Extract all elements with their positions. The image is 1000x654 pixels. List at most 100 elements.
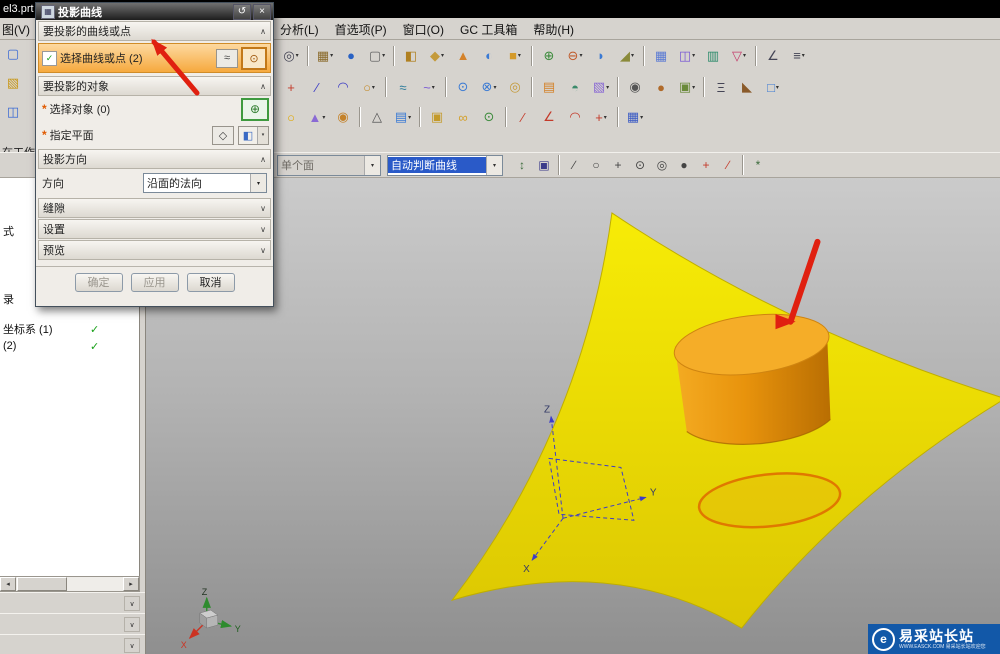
unite-icon[interactable]: ⊕ bbox=[537, 44, 561, 68]
dialog-titlebar[interactable]: ▦ 投影曲线 ↺ × bbox=[36, 3, 273, 20]
sketch-arc-icon[interactable]: ◠ bbox=[563, 105, 587, 129]
boss-icon[interactable]: ● bbox=[649, 75, 673, 99]
point-constructor-icon[interactable]: + bbox=[696, 155, 716, 175]
navigator-item-csys[interactable]: 坐标系 (1) ✓ bbox=[0, 321, 139, 337]
chevron-down-icon[interactable]: ▾ bbox=[257, 126, 268, 144]
swept-icon[interactable]: ◓ bbox=[563, 75, 587, 99]
select-curve-row[interactable]: ✓ 选择曲线或点 (2) ≈ ⊙ bbox=[38, 43, 271, 73]
menu-item-view[interactable]: 图(V) bbox=[2, 21, 30, 38]
shaded-view-icon[interactable]: ● bbox=[339, 44, 363, 68]
plane-method-button[interactable]: ◧ ▾ bbox=[238, 125, 269, 145]
cone-icon[interactable]: ▲ ▾ bbox=[305, 105, 329, 129]
menu-item[interactable]: 首选项(P) bbox=[335, 21, 387, 38]
close-icon[interactable]: × bbox=[253, 3, 271, 20]
chevron-down-icon[interactable]: ▾ bbox=[743, 52, 746, 59]
sketch-line-icon[interactable]: ∕ bbox=[511, 105, 535, 129]
block-icon[interactable]: ■ ▾ bbox=[503, 44, 527, 68]
select-object-row[interactable]: * 选择对象 (0) ⊕ bbox=[36, 96, 273, 122]
group-objects-to-project-to[interactable]: 要投影的对象 ∧ bbox=[38, 76, 271, 96]
chevron-down-icon[interactable]: ∨ bbox=[260, 204, 266, 213]
chevron-up-icon[interactable]: ∧ bbox=[260, 155, 266, 164]
chevron-down-icon[interactable]: ∨ bbox=[260, 246, 266, 255]
point-on-curve-icon[interactable]: ▣ bbox=[534, 155, 554, 175]
studio-spline-icon[interactable]: ≈ bbox=[391, 75, 415, 99]
chevron-down-icon[interactable]: ▾ bbox=[364, 155, 380, 175]
curve-select-mode-icon[interactable]: ≈ bbox=[216, 48, 238, 68]
mid-point-icon[interactable]: ○ bbox=[586, 155, 606, 175]
check-icon[interactable]: ✓ bbox=[90, 323, 99, 336]
sphere-icon[interactable]: ○ bbox=[279, 105, 303, 129]
navigator-item[interactable]: (2) ✓ bbox=[0, 338, 139, 354]
plane-dialog-button[interactable]: ◇ bbox=[212, 125, 234, 145]
extrude-icon[interactable]: ▲ bbox=[451, 44, 475, 68]
chevron-down-icon[interactable]: ▾ bbox=[604, 114, 607, 121]
project-curve-icon[interactable]: ⊙ bbox=[451, 75, 475, 99]
chevron-down-icon[interactable]: ▾ bbox=[296, 52, 299, 59]
snap-point-toggle-icon[interactable]: ↕ bbox=[512, 155, 532, 175]
helix-icon[interactable]: ~ ▾ bbox=[417, 75, 441, 99]
apply-button[interactable]: 应用 bbox=[130, 272, 179, 292]
shell-icon[interactable]: ▥ bbox=[701, 44, 725, 68]
chevron-down-icon[interactable]: ▾ bbox=[408, 114, 411, 121]
chevron-down-icon[interactable]: ▾ bbox=[518, 52, 521, 59]
open-part-icon[interactable]: ▧ bbox=[1, 71, 25, 95]
scroll-right-icon[interactable]: ▸ bbox=[123, 577, 139, 591]
sketch-point-icon[interactable]: + ▾ bbox=[589, 105, 613, 129]
cancel-button[interactable]: 取消 bbox=[186, 272, 235, 292]
end-point-icon[interactable]: ∕ bbox=[564, 155, 584, 175]
chevron-down-icon[interactable]: ▾ bbox=[579, 52, 582, 59]
group-settings[interactable]: 设置 ∨ bbox=[38, 219, 271, 239]
menu-item[interactable]: 帮助(H) bbox=[533, 21, 574, 38]
chevron-down-icon[interactable]: ▾ bbox=[372, 84, 375, 91]
chevron-down-icon[interactable]: ▾ bbox=[631, 52, 634, 59]
face-icon[interactable]: ▤ ▾ bbox=[391, 105, 415, 129]
cylinder-icon[interactable]: ◉ bbox=[331, 105, 355, 129]
existing-point-icon[interactable]: ● bbox=[674, 155, 694, 175]
settings-icon[interactable]: * bbox=[748, 155, 768, 175]
chevron-up-icon[interactable]: ∧ bbox=[260, 82, 266, 91]
chevron-down-icon[interactable]: ▾ bbox=[382, 52, 385, 59]
arc-icon[interactable]: ◠ bbox=[331, 75, 355, 99]
intersection-point-icon[interactable]: + bbox=[608, 155, 628, 175]
chevron-down-icon[interactable]: ▾ bbox=[432, 84, 435, 91]
chevron-up-icon[interactable]: ∧ bbox=[260, 27, 266, 36]
specify-plane-row[interactable]: * 指定平面 ◇ ◧ ▾ bbox=[36, 122, 273, 148]
horizontal-scrollbar[interactable]: ◂ ▸ bbox=[0, 576, 140, 592]
mirror-feature-icon[interactable]: ◫ ▾ bbox=[675, 44, 699, 68]
plane-icon[interactable]: ◧ bbox=[239, 127, 257, 144]
scrollbar-thumb[interactable] bbox=[17, 577, 67, 591]
chevron-down-icon[interactable]: ▾ bbox=[692, 52, 695, 59]
curve-rule-select[interactable]: 自动判断曲线 ▾ bbox=[387, 154, 503, 176]
group-gap[interactable]: 缝隙 ∨ bbox=[38, 198, 271, 218]
thread-icon[interactable]: Ξ bbox=[709, 75, 733, 99]
chevron-down-icon[interactable]: ▾ bbox=[250, 174, 266, 192]
view-triad[interactable] bbox=[188, 596, 233, 640]
group-curves-to-project[interactable]: 要投影的曲线或点 ∧ bbox=[38, 21, 271, 41]
more-commands-icon[interactable]: ≡ ▾ bbox=[787, 44, 811, 68]
chevron-down-icon[interactable]: ▾ bbox=[802, 52, 805, 59]
edge-blend-icon[interactable]: ◗ bbox=[589, 44, 613, 68]
chevron-down-icon[interactable]: ∨ bbox=[260, 225, 266, 234]
circle-icon[interactable]: ○ ▾ bbox=[357, 75, 381, 99]
chevron-down-icon[interactable]: ▾ bbox=[322, 114, 325, 121]
pattern-feature-icon[interactable]: ▦ bbox=[649, 44, 673, 68]
direction-select[interactable]: 沿面的法向 ▾ bbox=[143, 173, 267, 193]
ruled-surface-icon[interactable]: ▧ ▾ bbox=[589, 75, 613, 99]
offset-curve-icon[interactable]: ◎ bbox=[503, 75, 527, 99]
revolve-icon[interactable]: ◐ bbox=[477, 44, 501, 68]
chevron-down-icon[interactable]: ▾ bbox=[441, 52, 444, 59]
trim-body-icon[interactable]: ▽ ▾ bbox=[727, 44, 751, 68]
chevron-down-icon[interactable]: ▾ bbox=[606, 84, 609, 91]
select-object-button[interactable]: ⊕ bbox=[241, 97, 269, 121]
chevron-down-icon[interactable]: ▾ bbox=[692, 84, 695, 91]
group-icon[interactable]: ▣ bbox=[425, 105, 449, 129]
display-mode-icon[interactable]: ▦ ▾ bbox=[313, 44, 337, 68]
view-layout-icon[interactable]: ▢ ▾ bbox=[365, 44, 389, 68]
intersect-curve-icon[interactable]: ⊗ ▾ bbox=[477, 75, 501, 99]
chevron-down-icon[interactable]: ∨ bbox=[124, 617, 140, 632]
chevron-down-icon[interactable]: ▾ bbox=[493, 84, 496, 91]
menu-item[interactable]: GC 工具箱 bbox=[460, 21, 517, 38]
constraint-icon[interactable]: ⊙ bbox=[477, 105, 501, 129]
point-icon[interactable]: + bbox=[279, 75, 303, 99]
through-curves-icon[interactable]: ▤ bbox=[537, 75, 561, 99]
